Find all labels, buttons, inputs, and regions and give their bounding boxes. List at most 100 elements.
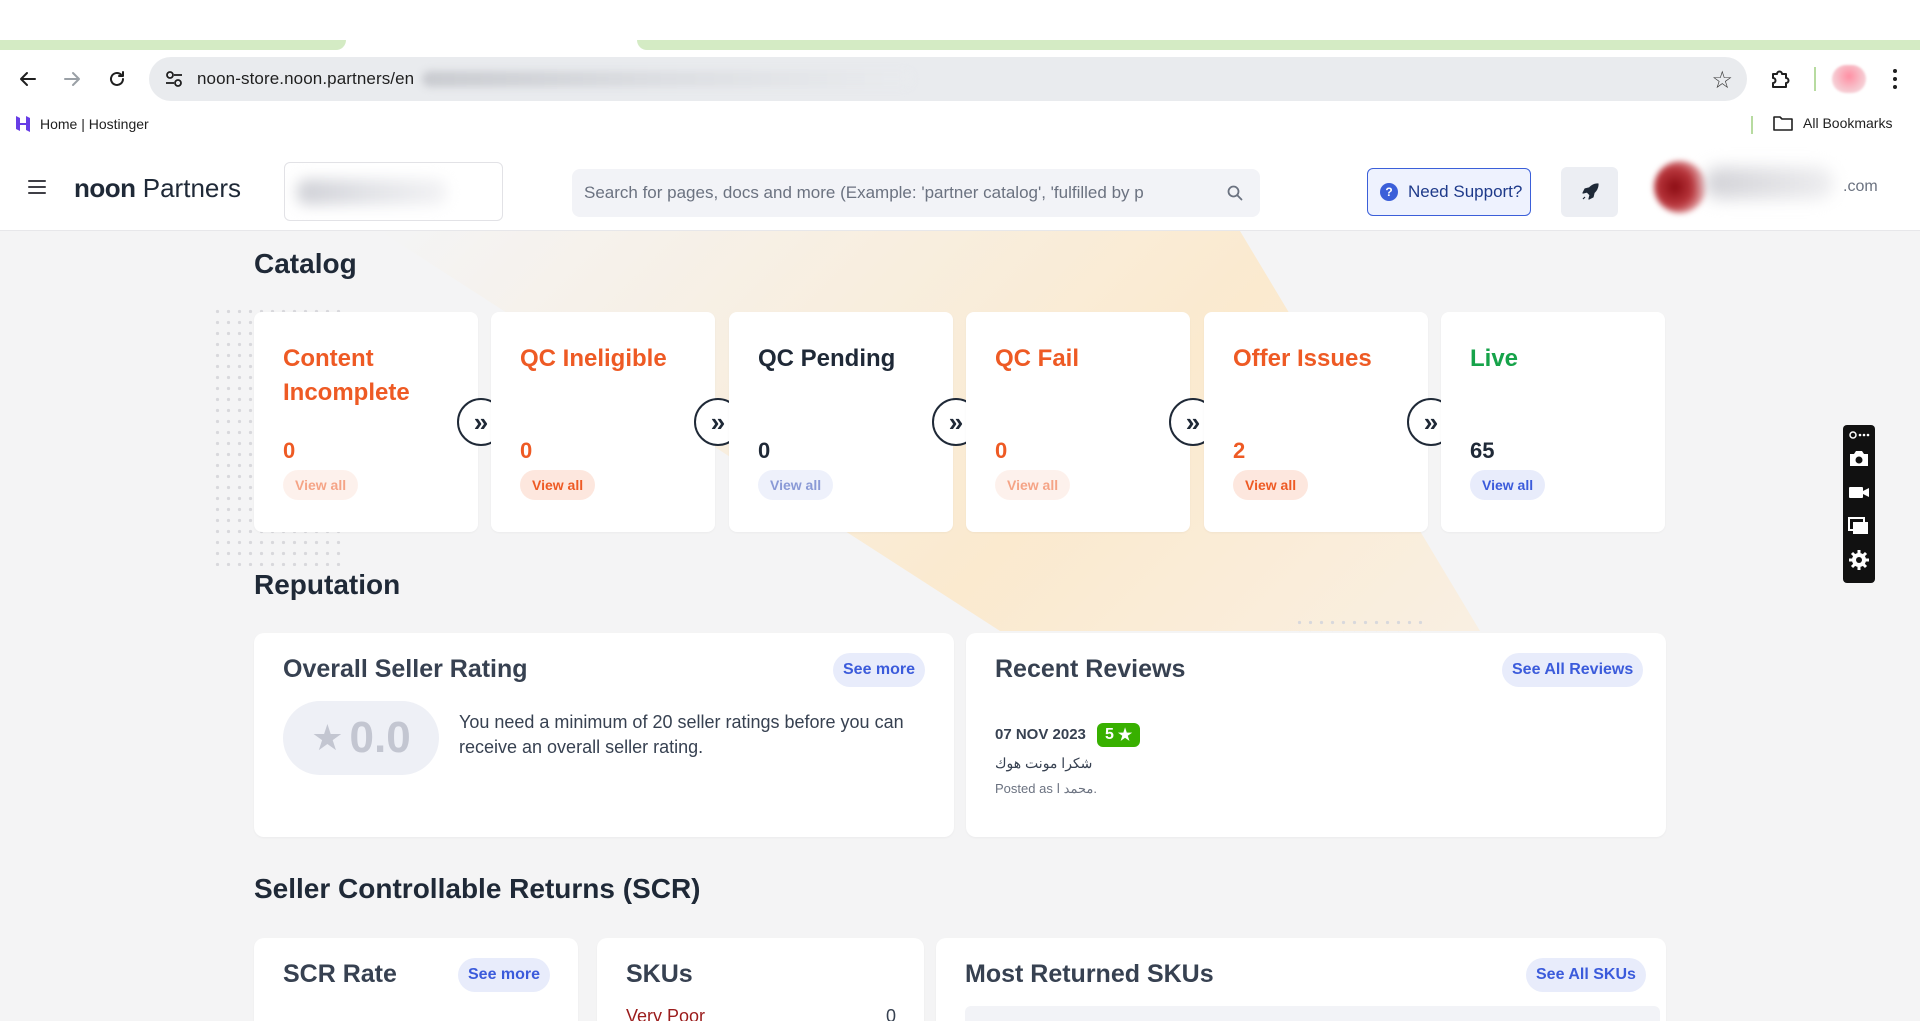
reputation-title: Reputation [254,569,401,600]
rating-badge: ★ 0.0 [283,701,439,775]
card-title: SKUs [626,960,693,988]
review-text: شكرا مونت هوك [995,755,1093,771]
browser-tabstrip [0,0,1920,50]
catalog-card-count: 0 [283,438,296,463]
store-selector[interactable] [284,162,503,221]
catalog-card-qc-fail[interactable]: QC Fail 0 View all [966,312,1190,532]
address-bar[interactable]: noon-store.noon.partners/en ☆ [149,57,1747,101]
catalog-card-qc-ineligible[interactable]: QC Ineligible 0 View all [491,312,715,532]
catalog-card-count: 0 [520,438,533,463]
sku-row-label: Very Poor [626,1006,706,1021]
rocket-icon [1581,183,1599,200]
arrow-left-icon[interactable] [12,63,44,95]
screens-icon[interactable] [1848,515,1870,537]
kebab-menu-icon[interactable] [1880,63,1910,95]
app-header: noon Partners ? Need Support? .com [0,142,1920,231]
tab-group-indicator-right [637,40,1920,50]
star-icon: ★ [1117,727,1133,744]
all-bookmarks-label: All Bookmarks [1803,115,1893,131]
puzzle-icon[interactable] [1765,63,1797,95]
rocket-button[interactable] [1561,167,1618,217]
seller-rating-card: Overall Seller Rating See more ★ 0.0 You… [254,633,954,837]
profile-avatar[interactable] [1832,65,1866,93]
rating-message: You need a minimum of 20 seller ratings … [459,712,904,757]
redacted-user-email [1704,167,1834,199]
catalog-card-count: 2 [1233,438,1246,463]
rating-value: 0.0 [349,713,411,762]
catalog-card-name: QC Ineligible [520,345,667,372]
catalog-title: Catalog [254,248,357,279]
most-returned-skus-card: Most Returned SKUs See All SKUs [936,938,1666,1021]
catalog-card-count: 0 [758,438,771,463]
view-all-button[interactable]: View all [995,470,1071,500]
view-all-button[interactable]: View all [1233,470,1309,500]
sku-list-header [965,1006,1660,1021]
browser-toolbar: noon-store.noon.partners/en ☆ [0,50,1920,108]
see-more-rating-button[interactable]: See more [833,653,926,687]
catalog-card-name: Content Incomplete [283,345,410,406]
camera-icon[interactable] [1848,447,1870,469]
review-date: 07 NOV 2023 [995,726,1086,743]
catalog-card-content-incomplete[interactable]: Content Incomplete 0 View all [254,312,478,532]
reload-icon[interactable] [101,63,133,95]
sku-row-value: 0 [885,1006,896,1021]
arrow-right-icon[interactable] [56,63,88,95]
catalog-card-name: QC Pending [758,345,896,372]
search-bar[interactable] [572,169,1260,217]
catalog-card-count: 65 [1470,438,1495,463]
recent-reviews-card: Recent Reviews See All Reviews 07 NOV 20… [966,633,1666,837]
catalog-card-live[interactable]: Live 65 View all [1441,312,1665,532]
sku-row: Very Poor 0 [626,1006,896,1021]
bookmark-label: Home | Hostinger [40,116,149,132]
bookmark-hostinger[interactable]: Home | Hostinger [14,115,149,133]
site-settings-icon[interactable] [163,68,185,90]
extension-menu-icon[interactable] [1848,427,1870,443]
redacted-url-path [422,71,912,87]
user-account-menu[interactable]: .com [1654,155,1884,219]
brand-bold: noon [74,173,136,203]
catalog-card-name: Live [1470,345,1519,372]
video-camera-icon[interactable] [1848,481,1870,503]
catalog-card-qc-pending[interactable]: QC Pending 0 View all [729,312,953,532]
see-all-reviews-button[interactable]: See All Reviews [1502,653,1644,687]
address-url[interactable]: noon-store.noon.partners/en [197,69,414,89]
search-input[interactable] [584,169,1214,217]
see-all-skus-button[interactable]: See All SKUs [1526,958,1646,992]
card-title: SCR Rate [283,960,397,988]
screen-capture-toolbar [1843,425,1875,583]
catalog-card-offer-issues[interactable]: Offer Issues 2 View all [1204,312,1428,532]
card-title: Overall Seller Rating [283,655,528,683]
star-icon: ★ [311,717,344,758]
view-all-button[interactable]: View all [1470,470,1546,500]
gear-icon[interactable] [1848,549,1870,571]
view-all-button[interactable]: View all [520,470,596,500]
tab-group-indicator-left [0,40,346,50]
search-icon[interactable] [1226,184,1244,202]
need-support-button[interactable]: ? Need Support? [1367,168,1531,216]
brand-rest: Partners [135,173,242,203]
card-title: Most Returned SKUs [965,960,1214,988]
user-email-suffix: .com [1843,178,1878,195]
all-bookmarks[interactable]: All Bookmarks [1773,115,1892,131]
view-all-button[interactable]: View all [283,470,359,500]
skus-card: SKUs Very Poor 0 [597,938,924,1021]
review-star-badge: 5 ★ [1097,723,1141,747]
review-author: Posted as محمد ا. [995,781,1097,796]
question-icon: ? [1380,183,1398,201]
star-icon[interactable]: ☆ [1711,66,1733,95]
brand-logo[interactable]: noon Partners [74,173,241,204]
hostinger-logo-icon [16,116,30,132]
catalog-card-name: QC Fail [995,345,1080,372]
hamburger-menu-icon[interactable] [28,180,46,194]
see-more-scr-button[interactable]: See more [458,958,551,992]
review-star-count: 5 [1105,726,1114,743]
card-title: Recent Reviews [995,655,1186,683]
view-all-button[interactable]: View all [758,470,834,500]
scr-title: Seller Controllable Returns (SCR) [254,873,701,904]
bookmarks-divider [1751,116,1753,134]
dot-pattern [1294,617,1424,632]
need-support-label: Need Support? [1408,182,1523,201]
folder-icon [1773,116,1793,131]
avatar [1654,161,1706,213]
catalog-card-count: 0 [995,438,1008,463]
